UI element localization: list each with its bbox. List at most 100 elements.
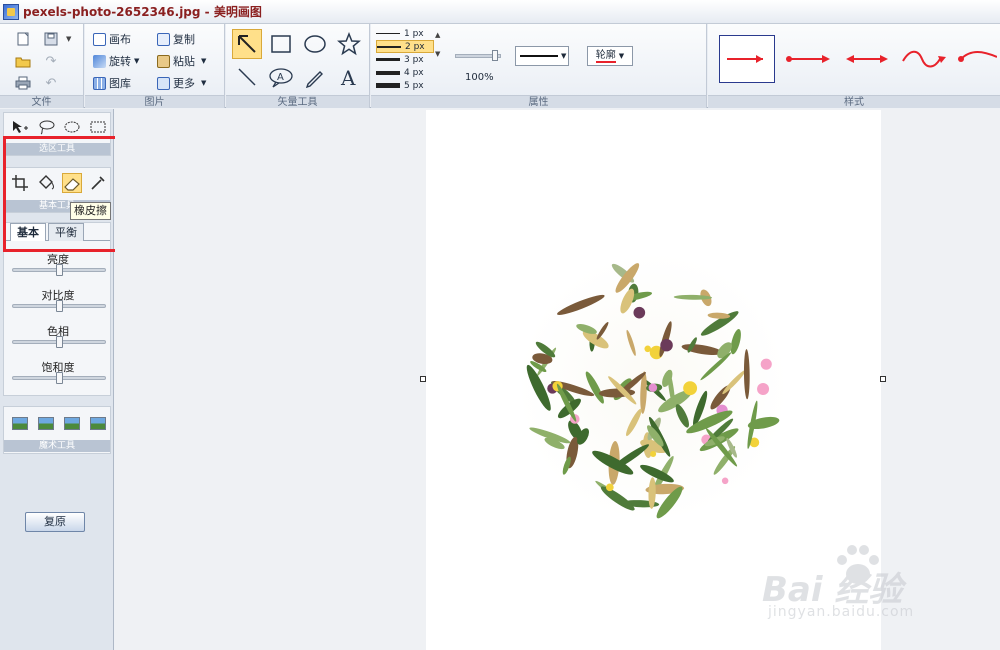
line-width-label: 5 px <box>404 80 424 91</box>
paste-dropdown-icon[interactable]: ▼ <box>201 57 206 65</box>
canvas-label: 画布 <box>109 33 131 46</box>
line-width-option[interactable]: 1 px <box>376 27 434 40</box>
line-width-option-selected[interactable]: 2 px <box>376 40 434 53</box>
rectangle-tool[interactable] <box>266 29 296 59</box>
slider-thumb[interactable] <box>56 264 63 276</box>
group-image: 画布 旋转 ▼ 图库 复制 粘贴 ▼ 更多 ▼ 图片 <box>85 24 225 108</box>
scroll-up-icon[interactable]: ▲ <box>435 31 440 39</box>
adjust-slider[interactable] <box>12 264 106 276</box>
outline-dropdown-icon: ▼ <box>618 52 625 60</box>
more-button[interactable]: 更多 ▼ <box>157 74 206 92</box>
undo-icon[interactable]: ↶ <box>42 74 60 92</box>
rotate-dropdown-icon[interactable]: ▼ <box>134 57 139 65</box>
style-dot-curve[interactable] <box>953 35 997 83</box>
select-arrow-tool[interactable] <box>232 29 262 59</box>
fill-bucket-tool[interactable] <box>36 173 56 193</box>
line-tool[interactable] <box>232 62 262 92</box>
outline-dropdown[interactable]: 轮廓 ▼ <box>587 46 633 66</box>
color-picker-tool[interactable] <box>88 173 108 193</box>
rotate-label: 旋转 <box>109 55 131 68</box>
copy-button[interactable]: 复制 <box>157 30 195 48</box>
zoom-slider[interactable] <box>455 50 501 61</box>
group-label-style: 样式 <box>708 95 1000 108</box>
magic-effect-4-icon[interactable] <box>90 417 106 430</box>
eraser-tool[interactable] <box>62 173 82 193</box>
more-dropdown-icon[interactable]: ▼ <box>201 79 206 87</box>
svg-text:A: A <box>340 66 356 88</box>
save-icon[interactable] <box>42 30 60 48</box>
line-width-option[interactable]: 3 px <box>376 53 434 66</box>
magic-effect-1-icon[interactable] <box>12 417 28 430</box>
paint-bucket-icon <box>39 175 54 190</box>
line-style-dropdown[interactable]: ▼ <box>515 46 569 66</box>
tab-basic[interactable]: 基本 <box>10 223 46 241</box>
line-style-dropdown-icon: ▼ <box>561 52 567 60</box>
magic-tools-section: 魔术工具 <box>3 406 111 454</box>
style-double-arrow[interactable] <box>839 35 895 83</box>
text-tool[interactable]: A <box>334 62 364 92</box>
gallery-label: 图库 <box>109 77 131 90</box>
pen-tool[interactable] <box>300 62 330 92</box>
adjust-slider[interactable] <box>12 336 106 348</box>
canvas-icon <box>93 32 106 46</box>
adjust-tab-bar: 基本 平衡 <box>4 223 110 241</box>
print-icon[interactable] <box>14 74 32 92</box>
rectangle-icon <box>271 35 291 53</box>
canvas-button[interactable]: 画布 <box>93 30 131 48</box>
slider-thumb[interactable] <box>56 300 63 312</box>
slider-thumb[interactable] <box>56 372 63 384</box>
style-dot-arrow[interactable] <box>781 35 837 83</box>
adjust-slider[interactable] <box>12 300 106 312</box>
magic-effect-2-icon[interactable] <box>38 417 54 430</box>
line-width-option[interactable]: 4 px <box>376 66 434 79</box>
restore-button[interactable]: 复原 <box>25 512 85 532</box>
app-logo-icon <box>3 3 19 20</box>
window-title: pexels-photo-2652346.jpg - 美明画图 <box>23 5 262 19</box>
save-dropdown-icon[interactable]: ▼ <box>66 35 71 43</box>
rect-select-tool[interactable] <box>88 117 108 137</box>
line-width-label: 3 px <box>404 54 424 65</box>
star-tool[interactable] <box>334 29 364 59</box>
dot-curve-icon <box>958 51 997 62</box>
line-style-preview <box>520 55 558 57</box>
style-arrow-right[interactable] <box>719 35 775 83</box>
callout-tool[interactable]: A <box>266 62 296 92</box>
style-gallery <box>713 30 1000 88</box>
lasso-tool[interactable] <box>36 117 56 137</box>
group-vector-tools: A A 矢量工具 <box>226 24 370 108</box>
redo-icon[interactable]: ↷ <box>42 52 60 70</box>
ellipse-select-tool[interactable] <box>62 117 82 137</box>
gallery-button[interactable]: 图库 <box>93 74 131 92</box>
zoom-level: 100% <box>465 72 494 83</box>
ellipse-icon <box>304 35 326 53</box>
paste-button[interactable]: 粘贴 ▼ <box>157 52 206 70</box>
group-file: ▼ ↷ ↶ 文件 <box>0 24 84 108</box>
eraser-icon <box>64 178 80 191</box>
group-label-properties: 属性 <box>371 95 706 108</box>
slider-thumb[interactable] <box>56 336 63 348</box>
resize-handle-left[interactable] <box>420 376 426 382</box>
magic-tools-title: 魔术工具 <box>4 440 110 452</box>
paint-app-window: pexels-photo-2652346.jpg - 美明画图 ▼ ↷ ↶ 文件 <box>0 0 1000 650</box>
flower-shape <box>605 483 614 492</box>
copy-icon <box>157 32 170 46</box>
double-arrow-icon <box>846 55 888 63</box>
zoom-slider-thumb[interactable] <box>492 50 498 61</box>
open-folder-icon[interactable] <box>14 52 32 70</box>
flower-shape <box>660 338 673 352</box>
new-file-icon[interactable] <box>14 30 32 48</box>
style-wave-arrow[interactable] <box>897 35 953 83</box>
magic-effect-3-icon[interactable] <box>64 417 80 430</box>
ellipse-tool[interactable] <box>300 29 330 59</box>
resize-handle-right[interactable] <box>880 376 886 382</box>
move-select-tool[interactable] <box>10 117 30 137</box>
adjust-slider[interactable] <box>12 372 106 384</box>
flower-shape <box>721 477 729 485</box>
rotate-button[interactable]: 旋转 ▼ <box>93 52 139 70</box>
line-width-label: 1 px <box>404 28 424 39</box>
tab-balance[interactable]: 平衡 <box>48 223 84 241</box>
crop-tool[interactable] <box>10 173 30 193</box>
line-width-option[interactable]: 5 px <box>376 79 434 92</box>
more-icon <box>157 76 170 90</box>
scroll-down-icon[interactable]: ▼ <box>435 50 440 58</box>
